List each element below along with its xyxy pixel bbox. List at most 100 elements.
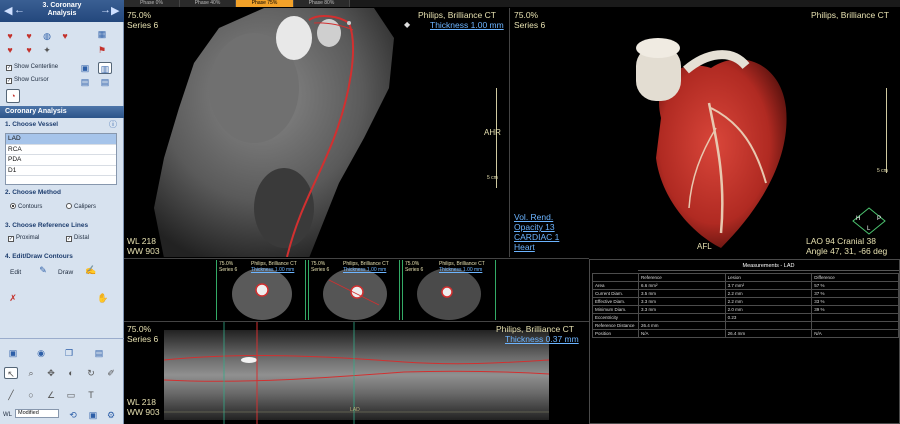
curved-mpr-viewport[interactable]: 75.0% Series 6 Philips, Brilliance CT Th… (124, 8, 510, 257)
method-calipers-radio[interactable]: Calipers (66, 203, 96, 210)
prev-step-icon[interactable]: ◀ (4, 4, 12, 17)
wl-preset-select[interactable]: Modified (15, 409, 59, 418)
heart-icon[interactable]: ♥ (3, 30, 17, 42)
prev-arrow-icon[interactable]: ← (14, 4, 25, 16)
reset-icon[interactable]: ⟲ (66, 409, 80, 421)
cell-difference: 33 % (811, 297, 899, 306)
step3-heading: 3. Choose Reference Lines (5, 222, 89, 229)
line-icon[interactable]: ╱ (4, 389, 18, 401)
cell-difference: 37 % (811, 289, 899, 298)
edit-contour-icon[interactable]: ✎ (36, 264, 50, 276)
cell-difference: 39 % (811, 305, 899, 314)
straightened-vessel-viewport[interactable]: 75.0% Series 6 Philips, Brilliance CT Th… (124, 321, 589, 424)
segment-icon[interactable]: ♥ (3, 44, 17, 56)
cross-section-3[interactable]: 75.0% Series 6 Philips, Brilliance CT Th… (402, 260, 496, 320)
table-row: Eccentricity 0.23 (592, 313, 899, 322)
stack-icon[interactable]: ▤ (98, 76, 112, 88)
table-row: Position N/A 26.4 mm N/A (592, 329, 899, 338)
zoom-icon[interactable]: ⌕ (24, 367, 38, 379)
row-label: Reference Distance (592, 321, 639, 330)
image-icon[interactable]: ▤ (78, 76, 92, 88)
straight-phase: 75.0% (127, 324, 152, 334)
curved-wl: WL 218 (127, 236, 156, 246)
vessel-item-d1[interactable]: D1 (6, 166, 116, 176)
cell-reference: 3.3 mm (637, 297, 726, 306)
ref-proximal-checkbox[interactable]: ✓ Proximal (8, 234, 39, 242)
tab-phase-80[interactable]: Phase 80% (294, 0, 350, 7)
vr-opacity[interactable]: Opacity 13 (514, 222, 555, 232)
vr-rotation-angle: Angle 47, 31, -66 deg (806, 246, 888, 256)
curved-scale-label: 5 cm (487, 175, 498, 181)
ellipse-icon[interactable]: ○ (24, 389, 38, 401)
flag-icon[interactable]: ⚑ (95, 44, 109, 56)
vessel-item-rca[interactable]: RCA (6, 145, 116, 155)
pan-icon[interactable]: ✥ (44, 367, 58, 379)
col-reference: Reference (637, 273, 726, 282)
row-label: Minimum Diam. (592, 305, 639, 314)
cell-lesion: 3.7 mm² (724, 281, 813, 290)
tab-phase-0[interactable]: Phase 0% (124, 0, 180, 7)
tab-phase-75[interactable]: Phase 75% (236, 0, 294, 7)
method-contours-radio[interactable]: Contours (10, 203, 42, 210)
probe-icon[interactable]: ✦ (40, 44, 54, 56)
straight-scanner: Philips, Brilliance CT (496, 324, 574, 334)
clear-icon[interactable]: ✗ (6, 292, 20, 304)
vr-preset[interactable]: CARDIAC 1 (514, 232, 559, 242)
show-centerline-checkbox[interactable]: ✓ Show Centerline (6, 63, 58, 71)
vessel-item-pda[interactable]: PDA (6, 155, 116, 166)
grid-view-icon[interactable]: ▥ (98, 62, 112, 74)
vr-render-mode[interactable]: Vol. Rend. (514, 212, 553, 222)
window-icon[interactable]: ▣ (78, 62, 92, 74)
text-icon[interactable]: T (84, 389, 98, 401)
table-row: Reference Distance 26.4 mm (592, 321, 899, 330)
export-icon[interactable]: ▣ (86, 409, 100, 421)
print-icon[interactable]: ▤ (92, 347, 106, 359)
cell-lesion: 2.2 mm (724, 289, 813, 298)
window-level-icon[interactable]: ◐ (64, 367, 78, 379)
heart-tool-icon[interactable]: ♥ (58, 30, 72, 42)
camera-icon[interactable]: ◉ (34, 347, 48, 359)
angle-icon[interactable]: ∠ (44, 389, 58, 401)
step2-heading: 2. Choose Method (5, 189, 61, 196)
vessel-item-lad[interactable]: LAD (6, 134, 116, 145)
cell-difference (811, 313, 899, 322)
tab-phase-40[interactable]: Phase 40% (180, 0, 236, 7)
straight-thickness[interactable]: Thickness 0.37 mm (505, 334, 579, 344)
edit-label: Edit (10, 269, 22, 276)
vessel-icon[interactable]: ♥ (22, 30, 36, 42)
info-icon[interactable]: ⓘ (106, 119, 120, 131)
settings-icon[interactable]: ⚙ (104, 409, 118, 421)
save-icon[interactable]: ▣ (6, 347, 20, 359)
table-row: Current Diam. 3.5 mm 2.2 mm 37 % (592, 289, 899, 298)
copy-icon[interactable]: ❐ (62, 347, 76, 359)
vr-organ[interactable]: Heart (514, 242, 535, 252)
curved-thickness[interactable]: Thickness 1.00 mm (430, 20, 504, 30)
next-arrow-icon[interactable]: → (100, 4, 111, 16)
eraser-icon[interactable]: ✋ (96, 292, 110, 304)
ref-distal-label: Distal (74, 235, 90, 241)
globe-icon[interactable]: ◍ (40, 30, 54, 42)
vr-phase: 75.0% (514, 10, 539, 20)
vessel-list[interactable]: LAD RCA PDA D1 (5, 133, 117, 185)
cs1-thickness[interactable]: Thickness 1.00 mm (251, 267, 294, 273)
curve-tool-icon[interactable]: ◔ (6, 89, 20, 103)
cross-section-1[interactable]: 75.0% Series 6 Philips, Brilliance CT Th… (216, 260, 306, 320)
cell-lesion: 0.23 (724, 313, 813, 322)
cell-reference: 3.5 mm (637, 289, 726, 298)
layout-icon[interactable]: ▦ (95, 28, 109, 40)
ruler-icon[interactable]: ▭ (64, 389, 78, 401)
cs2-thickness[interactable]: Thickness 1.00 mm (343, 267, 386, 273)
branch-icon[interactable]: ♥ (22, 44, 36, 56)
pointer-icon[interactable]: ↖ (4, 367, 18, 379)
curved-ww: WW 903 (127, 246, 160, 256)
draw-contour-icon[interactable]: ✍ (84, 264, 98, 276)
annotate-icon[interactable]: ✐ (104, 367, 118, 379)
next-step-icon[interactable]: ▶ (111, 4, 119, 17)
volume-render-viewport[interactable]: 75.0% Series 6 Philips, Brilliance CT Vo… (511, 8, 900, 257)
show-cursor-checkbox[interactable]: ✓ Show Cursor (6, 76, 49, 84)
cube-p-label: P (877, 216, 882, 222)
ref-distal-checkbox[interactable]: ✓ Distal (66, 234, 89, 242)
rotate-icon[interactable]: ↻ (84, 367, 98, 379)
cs3-thickness[interactable]: Thickness 1.00 mm (439, 267, 482, 273)
cross-section-2[interactable]: 75.0% Series 6 Philips, Brilliance CT Th… (308, 260, 400, 320)
